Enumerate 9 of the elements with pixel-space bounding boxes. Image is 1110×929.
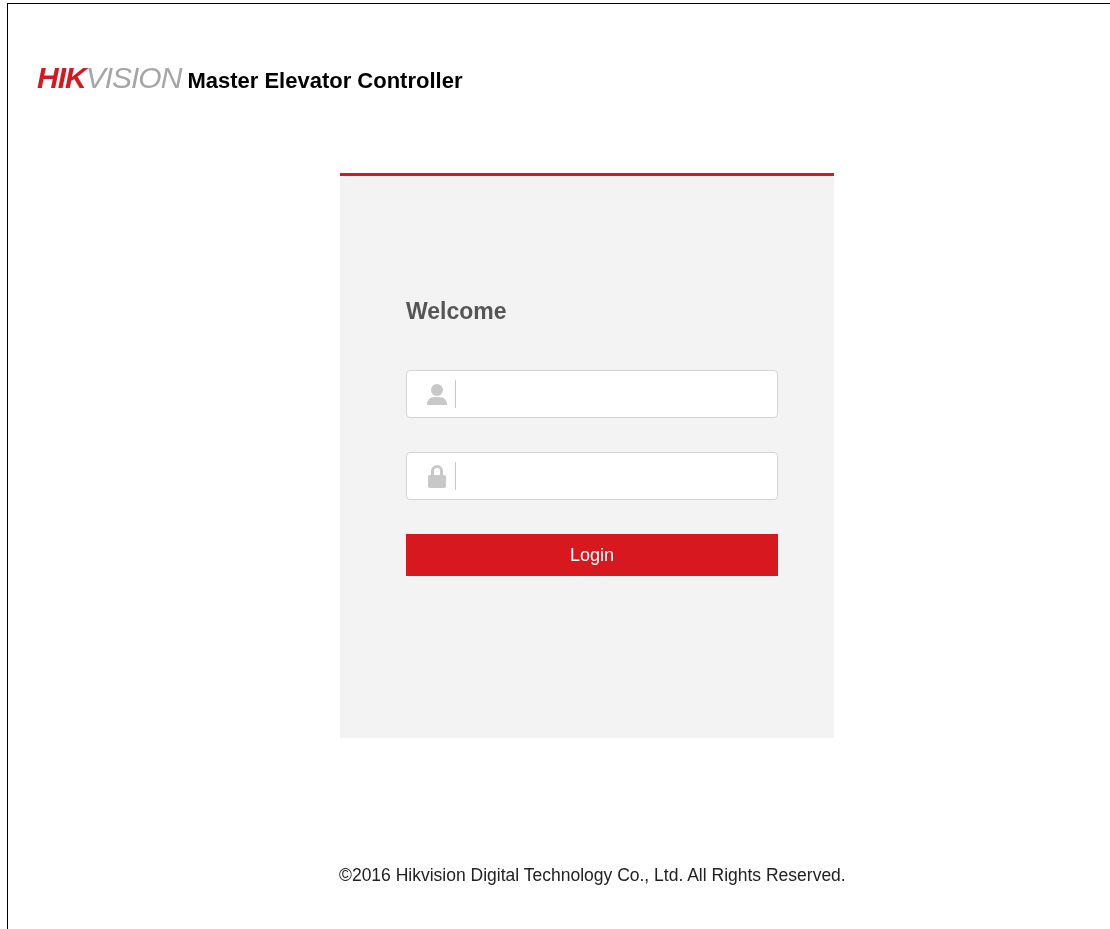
app-title: Master Elevator Controller	[187, 68, 463, 94]
copyright-text: ©2016 Hikvision Digital Technology Co., Ltd. All Rights Reserved.	[339, 865, 847, 886]
login-button[interactable]: Login	[406, 534, 778, 576]
username-field[interactable]	[406, 370, 778, 418]
password-field[interactable]	[406, 452, 778, 500]
lock-icon	[425, 463, 449, 489]
logo: HIKVISION	[37, 61, 182, 95]
welcome-heading: Welcome	[406, 298, 507, 325]
user-icon	[425, 381, 449, 407]
